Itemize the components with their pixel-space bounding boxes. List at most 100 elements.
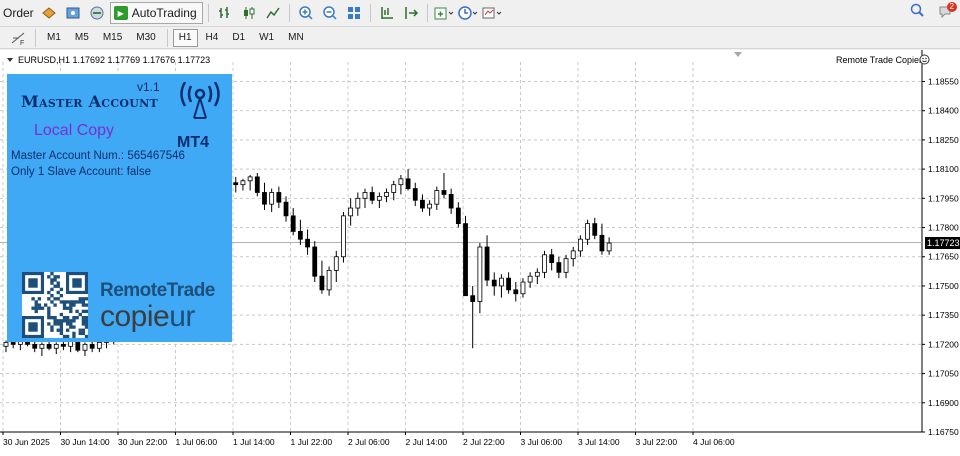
candle-body xyxy=(427,203,433,209)
symbol-info: EURUSD,H1 1.17692 1.17769 1.17676 1.1772… xyxy=(18,55,211,65)
new-order-label: Order xyxy=(3,6,34,20)
brand-logo-line1: RemoteTrade xyxy=(100,280,215,301)
candle-body xyxy=(297,231,303,240)
candle-body xyxy=(491,279,497,287)
chart-window[interactable]: 1.16750 1.16900 1.17050 1.17200 1.17350 1.175… xyxy=(0,50,960,456)
periods-icon[interactable] xyxy=(457,2,479,24)
line-chart-icon[interactable] xyxy=(262,2,284,24)
candle-body xyxy=(448,194,454,209)
panel-version: v1.1 xyxy=(137,80,160,94)
x-tick-label: 30 Jun 22:00 xyxy=(118,437,167,447)
candle-body xyxy=(254,176,260,193)
smiley-icon xyxy=(919,54,930,68)
candle-body xyxy=(599,234,605,252)
candle-body xyxy=(585,223,590,240)
y-tick-label: 1.16900 xyxy=(928,398,959,408)
timeframes-toolbar: F M1 M5 M15 M30 H1 H4 D1 W1 MN xyxy=(0,27,960,49)
x-tick-label: 4 Jul 06:00 xyxy=(693,437,735,447)
autotrading-button[interactable]: ▶ AutoTrading xyxy=(109,2,203,24)
candle-body xyxy=(348,207,354,217)
master-account-number: Master Account Num.: 565467546 xyxy=(11,150,185,162)
y-tick-label: 1.17050 xyxy=(928,369,959,379)
timeframe-mn[interactable]: MN xyxy=(282,29,310,47)
candle-body xyxy=(527,275,533,283)
zoom-out-icon[interactable] xyxy=(319,2,341,24)
toolbar-separator xyxy=(369,4,371,22)
chart-shift-icon[interactable] xyxy=(376,2,398,24)
new-order-button[interactable]: Order xyxy=(1,2,36,24)
search-icon[interactable] xyxy=(910,3,924,20)
notifications-icon[interactable]: 2 xyxy=(938,1,957,20)
x-tick-label: 30 Jun 14:00 xyxy=(61,437,110,447)
candle-body xyxy=(578,238,583,252)
templates-icon[interactable] xyxy=(481,2,503,24)
tile-windows-icon[interactable] xyxy=(343,2,365,24)
candle-body xyxy=(470,295,476,302)
timeframe-m15[interactable]: M15 xyxy=(97,29,128,47)
candle-body xyxy=(96,342,102,349)
indicators-icon[interactable] xyxy=(433,2,455,24)
candle-body xyxy=(240,180,246,186)
brand-logo-text: copie xyxy=(100,300,170,333)
candle-body xyxy=(570,250,576,260)
options-icon[interactable] xyxy=(62,2,84,24)
antenna-signal-icon xyxy=(172,81,228,135)
timeframe-m5[interactable]: M5 xyxy=(69,29,95,47)
timeframe-w1[interactable]: W1 xyxy=(253,29,280,47)
y-tick-label: 1.18250 xyxy=(928,135,959,145)
expert-advisor-label[interactable]: Remote Trade Copier xyxy=(836,55,922,65)
candle-body xyxy=(477,246,483,302)
candle-body xyxy=(233,182,239,186)
bar-chart-icon[interactable] xyxy=(214,2,236,24)
panel-subtitle: Local Copy xyxy=(34,122,115,139)
y-tick-label: 1.18100 xyxy=(928,164,959,174)
candle-body xyxy=(290,215,296,232)
dropdown-arrow-icon[interactable] xyxy=(6,56,14,64)
candle-body xyxy=(391,184,397,193)
brand-logo-accent: ur xyxy=(169,300,195,333)
candle-body xyxy=(53,343,59,349)
timeframe-h4[interactable]: H4 xyxy=(200,29,225,47)
drawing-tools-icon[interactable]: F xyxy=(8,27,30,49)
candle-body xyxy=(39,343,45,349)
x-tick-label: 1 Jul 14:00 xyxy=(233,437,275,447)
timeframe-m30[interactable]: M30 xyxy=(130,29,161,47)
play-icon: ▶ xyxy=(113,6,128,20)
candle-body xyxy=(606,242,612,252)
zoom-in-icon[interactable] xyxy=(295,2,317,24)
candle-body xyxy=(542,254,547,273)
toolbar-separator xyxy=(166,28,168,47)
timeframe-m1[interactable]: M1 xyxy=(41,29,67,47)
candle-body xyxy=(506,277,512,291)
autoscroll-icon[interactable] xyxy=(400,2,422,24)
candle-body xyxy=(412,188,418,201)
history-center-icon[interactable] xyxy=(38,2,60,24)
y-tick-label: 1.17500 xyxy=(928,281,959,291)
candle-body xyxy=(549,254,555,263)
candle-body xyxy=(405,178,411,189)
timeframe-d1[interactable]: D1 xyxy=(226,29,251,47)
y-tick-label: 1.17650 xyxy=(928,252,959,262)
master-account-panel: Master Account v1.1 MT4 Local Copy Maste… xyxy=(7,74,232,342)
candle-body xyxy=(556,262,562,273)
candlestick-chart-icon[interactable] xyxy=(238,2,260,24)
candle-body xyxy=(319,275,325,291)
qr-code-icon xyxy=(22,272,89,341)
ea-name: Remote Trade Copier xyxy=(835,55,922,65)
candle-body xyxy=(520,281,526,295)
candle-body xyxy=(283,201,289,217)
y-tick-label: 1.17950 xyxy=(928,193,959,203)
x-tick-label: 1 Jul 06:00 xyxy=(176,437,218,447)
candle-body xyxy=(420,199,425,209)
candle-body xyxy=(534,271,540,277)
main-toolbar: Order ▶ AutoTrading 2 xyxy=(0,0,960,27)
market-watch-icon[interactable] xyxy=(86,2,108,24)
candle-body xyxy=(355,197,361,209)
x-tick-label: 2 Jul 06:00 xyxy=(348,437,390,447)
timeframe-h1[interactable]: H1 xyxy=(172,28,198,47)
toolbar-separator xyxy=(35,28,36,47)
timeframe-group: M1 M5 M15 M30 H1 H4 D1 W1 MN xyxy=(40,28,311,47)
candle-body xyxy=(592,223,598,236)
y-tick-label: 1.18550 xyxy=(928,76,959,86)
candle-body xyxy=(341,215,346,258)
